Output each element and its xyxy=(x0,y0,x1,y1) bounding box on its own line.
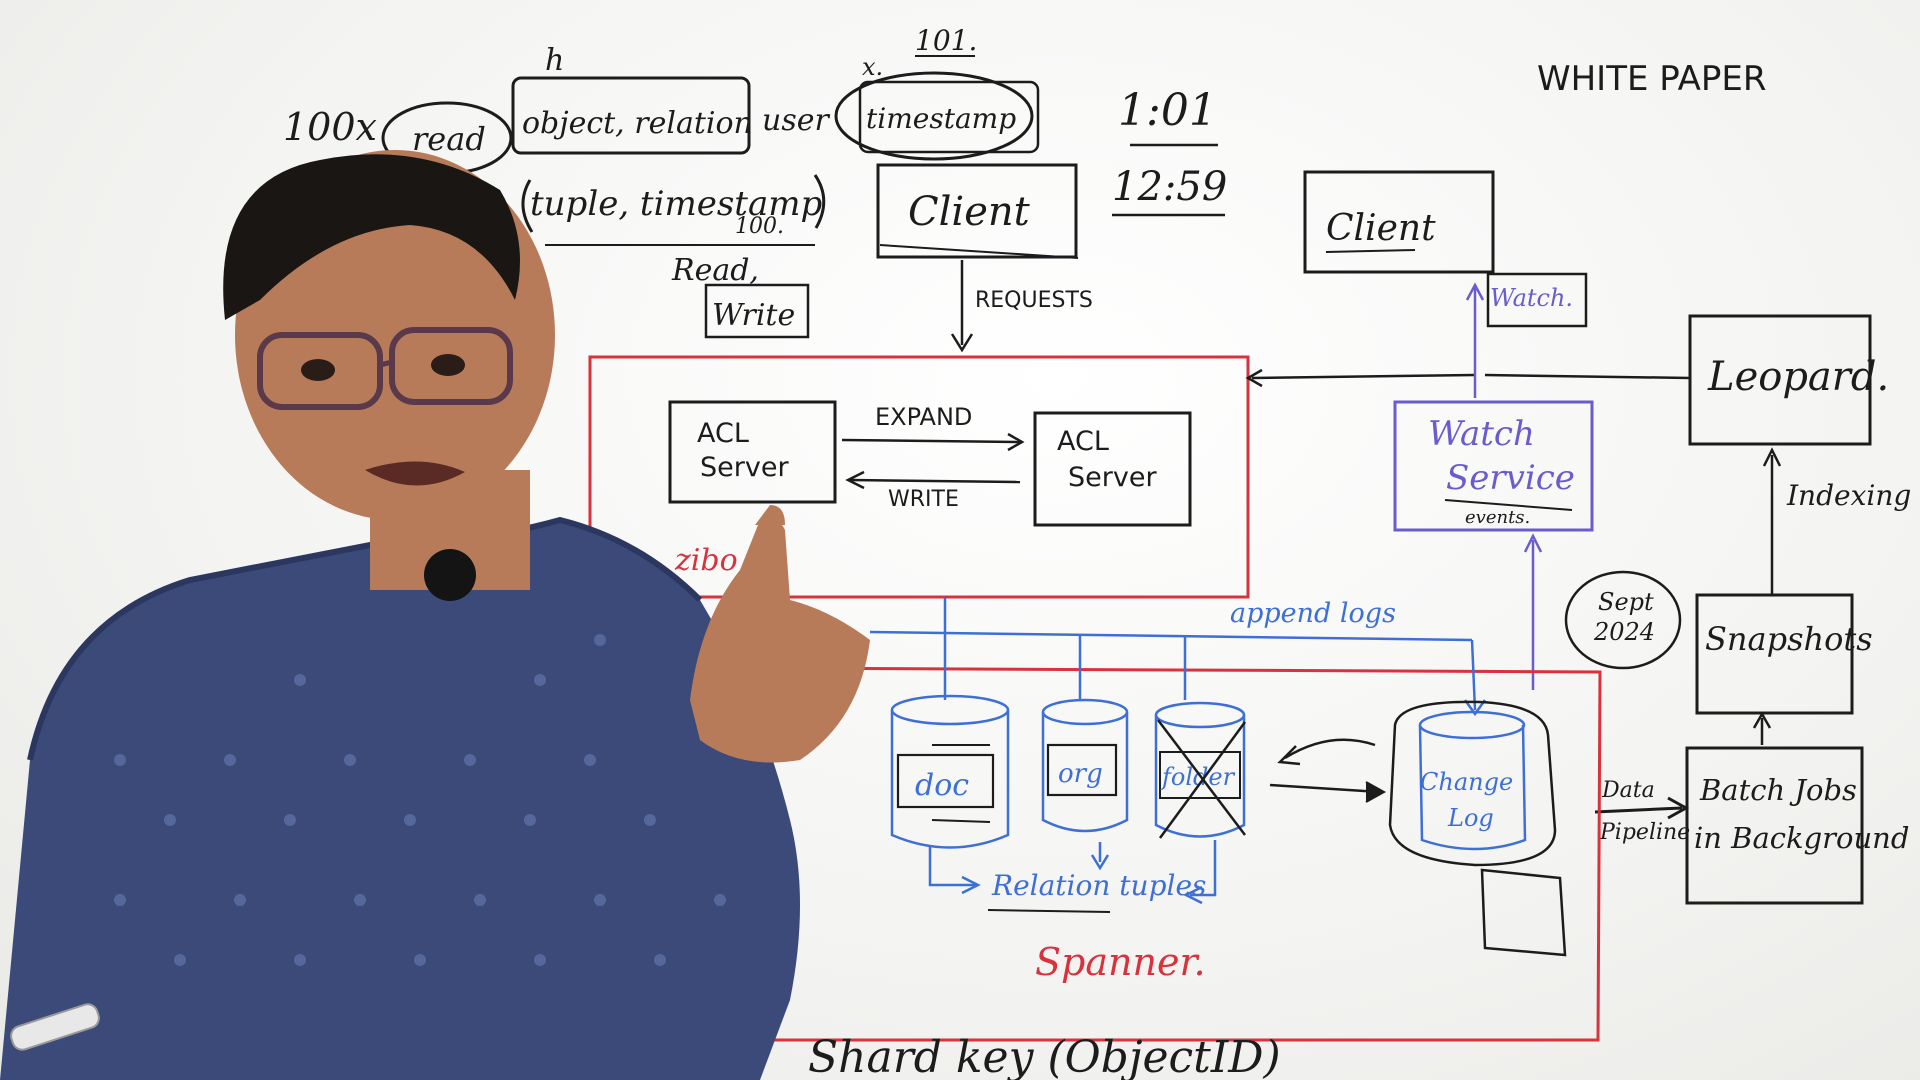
client-main-label: Client xyxy=(908,189,1031,235)
expand-label: EXPAND xyxy=(875,403,972,431)
timestamp-arg: timestamp xyxy=(866,102,1016,135)
version-label: 101. xyxy=(915,24,977,57)
time-bottom: 12:59 xyxy=(1112,164,1227,210)
doc-database: doc xyxy=(890,694,1010,849)
expand-arrow xyxy=(841,438,1021,444)
sept-date-year: 2024 xyxy=(1593,618,1655,646)
spanner-label: Spanner. xyxy=(1035,940,1206,984)
watch-service: Watch Service events. xyxy=(1393,282,1594,690)
sept-date: Sept 2024 xyxy=(1593,588,1661,646)
data-pipeline-arrow xyxy=(1594,806,1683,814)
hundred-label: 100. xyxy=(735,214,784,239)
indexing-label: Indexing xyxy=(1786,479,1911,512)
read-label: Read, xyxy=(671,253,759,288)
sept-date-month: Sept xyxy=(1598,588,1654,616)
acl-left-label: ACL Server xyxy=(697,418,789,483)
change-log-label: Change Log xyxy=(1420,768,1521,832)
org-label: org xyxy=(1058,759,1103,789)
data-pipeline-line1: Data xyxy=(1601,778,1655,803)
whiteboard: h x. 101. 100x read object, relation use… xyxy=(0,0,1920,1080)
watch-service-label: Watch Service xyxy=(1428,414,1575,498)
acl-right-label: ACL Server xyxy=(1057,426,1157,493)
time-top: 1:01 xyxy=(1118,85,1217,136)
requests-label: REQUESTS xyxy=(975,288,1093,313)
doc-label: doc xyxy=(915,768,969,803)
watch-service-line2: Service xyxy=(1446,458,1575,498)
n-label: h xyxy=(545,43,564,78)
org-database: org xyxy=(1041,698,1129,833)
watch-leopard-area: Client Watch. Leopard. Indexing Sept 202… xyxy=(1245,170,1911,905)
append-logs-bus xyxy=(869,630,1473,642)
shard-key-label: Shard key (ObjectID) xyxy=(808,1032,1281,1080)
read-call: read xyxy=(412,120,486,158)
batch-jobs-line1: Batch Jobs xyxy=(1699,773,1857,807)
white-paper-title: WHITE PAPER xyxy=(1537,59,1766,99)
batch-jobs-line2: in Background xyxy=(1694,821,1909,855)
hundred-x-label: 100x xyxy=(283,105,377,149)
whiteboard-diagram: h x. 101. 100x read object, relation use… xyxy=(0,24,1911,1080)
batch-jobs-label: Batch Jobs in Background xyxy=(1694,773,1909,855)
x-label: x. xyxy=(862,53,883,81)
acl-left-line1: ACL xyxy=(697,418,749,449)
data-pipeline-line2: Pipeline xyxy=(1599,820,1690,845)
events-label: events. xyxy=(1465,507,1530,528)
write-label: Write xyxy=(712,298,795,333)
object-relation-args: object, relation xyxy=(522,106,753,141)
zibo-label: zibo xyxy=(674,543,738,578)
watch-service-line1: Watch xyxy=(1428,414,1535,454)
relation-tuples-label: Relation tuples xyxy=(991,869,1206,902)
acl-right-line2: Server xyxy=(1068,462,1157,493)
client-right-label: Client xyxy=(1326,208,1436,249)
append-logs-label: append logs xyxy=(1230,598,1396,629)
presenter xyxy=(0,150,870,1080)
change-log-line1: Change xyxy=(1420,768,1513,796)
lapel-microphone xyxy=(424,549,476,601)
write-arrow xyxy=(849,478,1021,484)
change-log-database: Change Log xyxy=(1388,700,1557,867)
leopard-label: Leopard. xyxy=(1707,354,1889,400)
acl-right-line1: ACL xyxy=(1057,426,1109,457)
presenter-shirt xyxy=(0,520,800,1080)
folder-database: folder xyxy=(1154,701,1247,839)
watch-label: Watch. xyxy=(1490,284,1573,312)
snapshots-label: Snapshots xyxy=(1705,620,1873,658)
acl-left-line2: Server xyxy=(700,452,789,483)
change-log-line2: Log xyxy=(1447,804,1494,832)
zanzibar-cluster: zibo ACL Server ACL Server EXPAND WRITE xyxy=(588,355,1250,599)
write-arrow-label: WRITE xyxy=(888,487,959,512)
leopard-to-zanzibar-arrow xyxy=(1251,373,1476,380)
user-arg: user xyxy=(762,103,830,138)
